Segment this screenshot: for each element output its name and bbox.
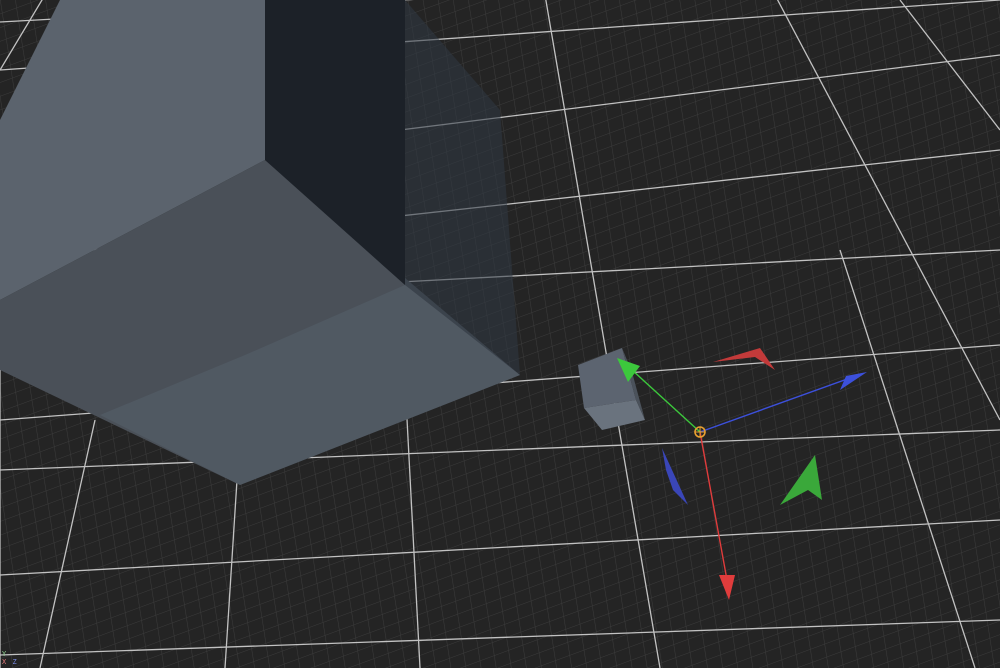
axis-y-label: Y <box>2 650 7 658</box>
3d-viewport[interactable]: Y X Z <box>0 0 1000 668</box>
axis-z-label: Z <box>12 658 17 666</box>
axis-x-label: X <box>2 658 7 666</box>
pivot-point[interactable] <box>694 426 706 438</box>
axis-indicator: Y X Z <box>2 650 19 666</box>
viewport-scene[interactable] <box>0 0 1000 668</box>
